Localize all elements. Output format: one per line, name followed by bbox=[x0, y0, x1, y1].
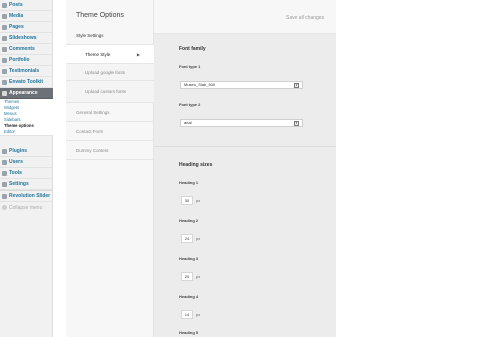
menu-item-revolution-slider[interactable]: Revolution Slider bbox=[0, 191, 53, 202]
nav-style-settings[interactable]: Style Settings bbox=[66, 26, 154, 45]
revolution-slider-icon bbox=[2, 193, 7, 199]
nav-label: Style Settings bbox=[76, 32, 104, 38]
portfolio-icon bbox=[2, 57, 7, 63]
pages-icon bbox=[2, 24, 7, 30]
nav-label: Dummy Content bbox=[76, 147, 109, 153]
menu-label: Media bbox=[9, 13, 24, 19]
menu-label: Users bbox=[9, 159, 23, 165]
menu-label: Testimonials bbox=[9, 68, 40, 74]
heading-1-unit: px bbox=[196, 198, 201, 203]
wp-admin-screen: Posts Media Pages Slideshows Comments Po… bbox=[0, 0, 495, 337]
settings-icon bbox=[2, 181, 7, 187]
font-type-2-label: Font type 2 bbox=[179, 102, 201, 107]
menu-label: Portfolio bbox=[9, 57, 30, 63]
menu-item-comments[interactable]: Comments bbox=[0, 44, 53, 55]
font-type-1-select[interactable]: Museo_Slab_500 ▾ bbox=[180, 81, 303, 89]
select-value: arial bbox=[184, 120, 192, 125]
menu-label: Collapse menu bbox=[9, 204, 43, 211]
heading-5-label: Heading 5 bbox=[179, 330, 199, 335]
content-panel bbox=[154, 34, 336, 337]
save-all-changes-button[interactable]: Save all changes bbox=[286, 15, 324, 21]
users-icon bbox=[2, 159, 7, 165]
nav-label: Theme Style bbox=[85, 51, 111, 57]
chevron-down-icon: ▾ bbox=[294, 121, 299, 126]
menu-label: Comments bbox=[9, 46, 35, 52]
nav-general-settings[interactable]: General Settings bbox=[66, 103, 154, 122]
select-value: Museo_Slab_500 bbox=[184, 82, 216, 87]
heading-3-label: Heading 3 bbox=[179, 256, 199, 261]
menu-label: Posts bbox=[9, 2, 23, 8]
page-title: Theme Options bbox=[76, 12, 124, 19]
heading-1-input[interactable]: 30 bbox=[181, 196, 193, 205]
slideshows-icon bbox=[2, 35, 7, 41]
nav-contact-form[interactable]: Contact Form bbox=[66, 122, 154, 141]
menu-item-posts[interactable]: Posts bbox=[0, 0, 53, 11]
menu-label: Plugins bbox=[9, 148, 28, 154]
nav-upload-custom-fonts[interactable]: Upload custom fonts bbox=[66, 81, 154, 103]
menu-item-pages[interactable]: Pages bbox=[0, 22, 53, 33]
menu-item-portfolio[interactable]: Portfolio bbox=[0, 55, 53, 66]
menu-label: Tools bbox=[9, 170, 22, 176]
comments-icon bbox=[2, 46, 7, 52]
collapse-icon bbox=[2, 205, 7, 210]
tools-icon bbox=[2, 170, 7, 176]
heading-4-unit: px bbox=[196, 312, 201, 317]
menu-label: Revolution Slider bbox=[9, 193, 51, 199]
testimonials-icon bbox=[2, 68, 7, 74]
section-divider bbox=[154, 146, 336, 147]
plugins-icon bbox=[2, 148, 7, 154]
heading-3-unit: px bbox=[196, 274, 201, 279]
heading-2-unit: px bbox=[196, 236, 201, 241]
media-icon bbox=[2, 13, 7, 19]
admin-sidebar: Posts Media Pages Slideshows Comments Po… bbox=[0, 0, 53, 337]
posts-icon bbox=[2, 2, 7, 8]
heading-3-input[interactable]: 20 bbox=[181, 272, 193, 281]
font-type-1-label: Font type 1 bbox=[179, 64, 201, 69]
menu-item-testimonials[interactable]: Testimonials bbox=[0, 66, 53, 77]
chevron-down-icon: ▾ bbox=[294, 83, 299, 88]
menu-item-tools[interactable]: Tools bbox=[0, 168, 53, 179]
menu-label: Slideshows bbox=[9, 35, 37, 41]
menu-item-envato-toolkit[interactable]: Envato Toolkit bbox=[0, 77, 53, 88]
heading-sizes-title: Heading sizes bbox=[179, 162, 213, 168]
heading-2-label: Heading 2 bbox=[179, 218, 199, 223]
right-blank-area bbox=[336, 0, 495, 337]
nav-upload-google-fonts[interactable]: Upload google fonts bbox=[66, 64, 154, 81]
menu-item-appearance[interactable]: Appearance bbox=[0, 88, 53, 99]
appearance-submenu: Themes Widgets Menus Sidebars Theme opti… bbox=[0, 99, 53, 136]
menu-label: Settings bbox=[9, 181, 29, 187]
nav-theme-style[interactable]: Theme Style ▶ bbox=[66, 45, 154, 64]
heading-4-input[interactable]: 14 bbox=[181, 310, 193, 319]
menu-item-slideshows[interactable]: Slideshows bbox=[0, 33, 53, 44]
envato-icon bbox=[2, 79, 7, 85]
submenu-item-editor[interactable]: Editor bbox=[0, 129, 53, 135]
font-family-title: Font family bbox=[179, 46, 206, 52]
nav-label: General Settings bbox=[76, 109, 110, 115]
nav-label: Upload google fonts bbox=[85, 69, 126, 75]
nav-label: Upload custom fonts bbox=[85, 89, 127, 94]
font-type-2-select[interactable]: arial ▾ bbox=[180, 119, 303, 127]
menu-label: Envato Toolkit bbox=[9, 79, 44, 85]
heading-4-label: Heading 4 bbox=[179, 294, 199, 299]
menu-label: Pages bbox=[9, 24, 24, 30]
appearance-icon bbox=[2, 90, 7, 96]
menu-item-settings[interactable]: Settings bbox=[0, 179, 53, 190]
menu-item-plugins[interactable]: Plugins bbox=[0, 146, 53, 157]
menu-item-media[interactable]: Media bbox=[0, 11, 53, 22]
nav-dummy-content[interactable]: Dummy Content bbox=[66, 141, 154, 160]
collapse-menu-button[interactable]: Collapse menu bbox=[0, 202, 53, 213]
heading-2-input[interactable]: 24 bbox=[181, 234, 193, 243]
menu-item-users[interactable]: Users bbox=[0, 157, 53, 168]
nav-label: Contact Form bbox=[76, 128, 104, 134]
menu-label: Appearance bbox=[9, 90, 38, 96]
arrow-right-icon: ▶ bbox=[136, 51, 140, 57]
heading-1-label: Heading 1 bbox=[179, 180, 199, 185]
